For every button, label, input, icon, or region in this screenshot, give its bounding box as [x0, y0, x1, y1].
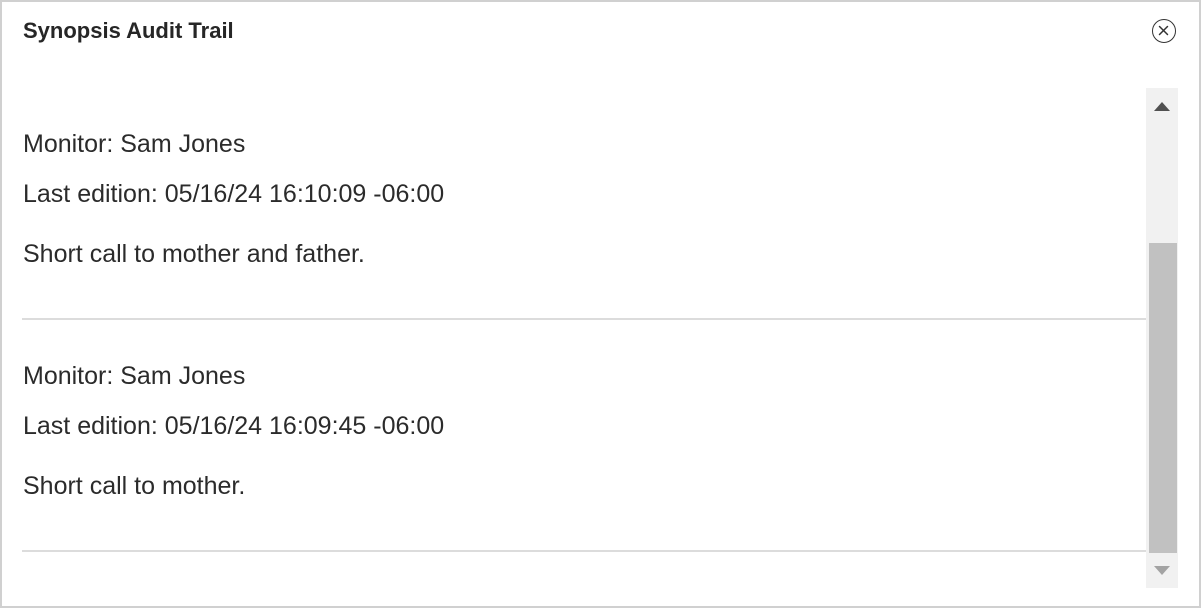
vertical-scrollbar[interactable] [1146, 88, 1178, 588]
scroll-up-arrow-icon[interactable] [1146, 88, 1178, 122]
entry-note: Short call to mother and father. [23, 240, 365, 268]
entry-last-edition: Last edition: 05/16/24 16:10:09 -06:00 [23, 180, 445, 208]
dialog-title: Synopsis Audit Trail [23, 18, 234, 43]
audit-entry: Monitor: Sam Jones Last edition: 05/16/2… [22, 320, 1146, 552]
entry-monitor: Monitor: Sam Jones [23, 130, 246, 158]
audit-trail-dialog: Synopsis Audit Trail Monitor: Sam Jones … [0, 0, 1201, 608]
entry-monitor: Monitor: Sam Jones [23, 362, 246, 390]
close-button[interactable] [1152, 19, 1176, 43]
scroll-down-arrow-icon[interactable] [1146, 554, 1178, 588]
entry-last-edition: Last edition: 05/16/24 16:09:45 -06:00 [23, 412, 445, 440]
audit-entries-list: Monitor: Sam Jones Last edition: 05/16/2… [22, 88, 1146, 588]
scrollbar-thumb[interactable] [1149, 243, 1177, 553]
entry-note: Short call to mother. [23, 472, 246, 500]
close-icon [1158, 25, 1169, 36]
audit-entry: Monitor: Sam Jones Last edition: 05/16/2… [22, 88, 1146, 320]
